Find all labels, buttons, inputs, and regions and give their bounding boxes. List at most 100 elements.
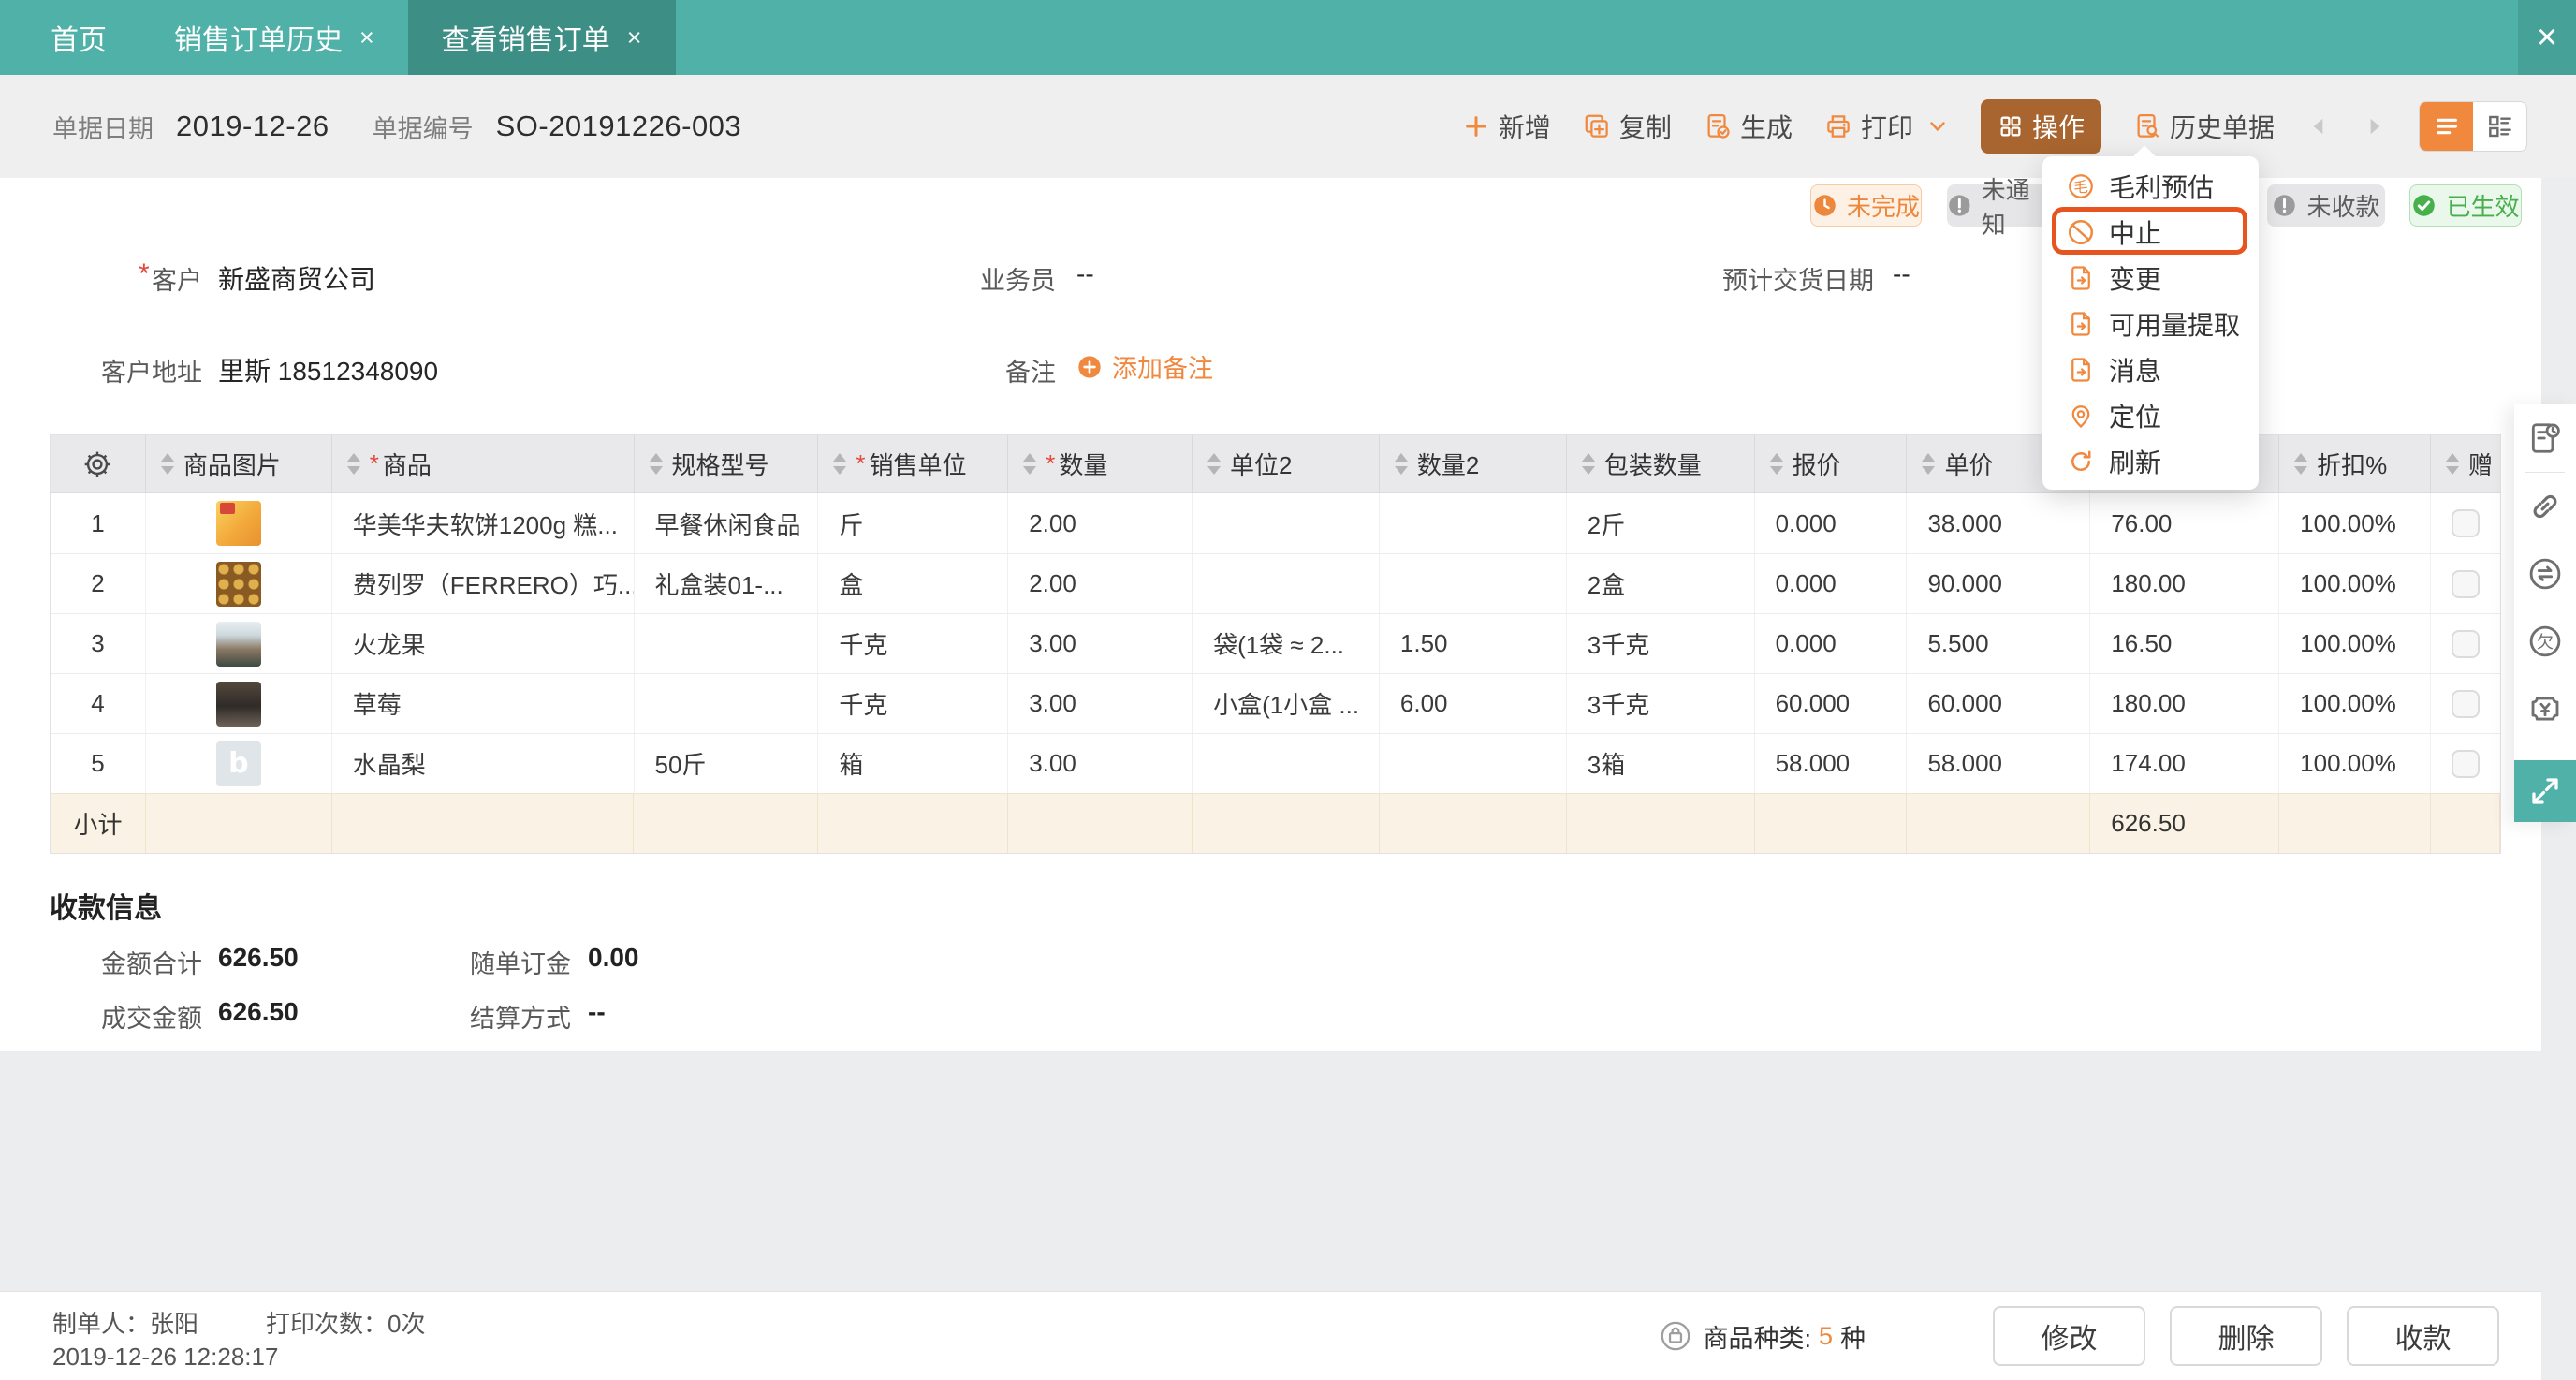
gift-checkbox[interactable]: [2452, 569, 2481, 598]
table-row[interactable]: 1 华美华夫软饼1200g 糕... 早餐休闲食品斤 2.00 2斤 0.000 38.00…: [51, 493, 2500, 553]
copy-button[interactable]: 复制: [1583, 108, 1672, 145]
list-view-button[interactable]: [2420, 102, 2473, 151]
pitaya-photo[interactable]: [215, 621, 261, 667]
gift-checkbox[interactable]: [2452, 509, 2481, 537]
tab-1[interactable]: 销售订单历史 ×: [140, 0, 408, 75]
column-header-gift[interactable]: 赠: [2431, 435, 2500, 492]
cell-qty2: [1380, 734, 1567, 793]
strip-button-doc-clock[interactable]: [2514, 404, 2576, 472]
gift-checkbox[interactable]: [2452, 689, 2481, 718]
column-header-unit2[interactable]: 单位2: [1193, 435, 1380, 492]
sort-icon[interactable]: [2446, 453, 2460, 475]
subtotal-empty-cell: [634, 794, 819, 853]
waffle-biscuit-photo[interactable]: [215, 501, 261, 546]
tab-0[interactable]: 首页: [17, 0, 140, 75]
table-row[interactable]: 2 费列罗（FERRERO）巧... 礼盒装01-... 盒 2.00 2盒 0.000 90…: [51, 553, 2500, 613]
prev-record-icon[interactable]: [2306, 114, 2331, 139]
tab-2[interactable]: 查看销售订单 ×: [407, 0, 676, 75]
doc-check-icon: [1704, 112, 1732, 140]
column-header-unit[interactable]: * 销售单位: [818, 435, 1009, 492]
gift-checkbox[interactable]: [2452, 629, 2481, 658]
sort-icon[interactable]: [2294, 453, 2308, 475]
expand-button[interactable]: [2514, 760, 2576, 822]
tab-close-icon[interactable]: ×: [359, 23, 374, 52]
menu-item-3[interactable]: 可用量提取: [2042, 301, 2259, 346]
cell-qty: 2.00: [1008, 493, 1193, 553]
next-record-icon[interactable]: [2363, 114, 2387, 139]
cell-pack: 2盒: [1567, 554, 1755, 613]
sort-icon[interactable]: [1922, 453, 1936, 475]
menu-item-5[interactable]: 定位: [2042, 392, 2259, 438]
card-view-button[interactable]: [2473, 102, 2526, 151]
sort-icon[interactable]: [1581, 453, 1595, 475]
menu-item-4[interactable]: 消息: [2042, 346, 2259, 392]
gear-icon: [81, 448, 113, 480]
salesman-value: --: [1076, 259, 1094, 288]
product-category-count: 商品种类: 5 种: [1660, 1318, 1866, 1355]
modify-button[interactable]: 修改: [1993, 1306, 2145, 1366]
gift-checkbox[interactable]: [2452, 749, 2481, 778]
column-header-spec[interactable]: 规格型号: [635, 435, 819, 492]
column-header-img[interactable]: 商品图片: [146, 435, 332, 492]
svg-text:欠: 欠: [2537, 633, 2554, 652]
ferrero-chocolate-photo[interactable]: [215, 561, 261, 607]
doc-arrow-icon: [2067, 356, 2095, 384]
table-row[interactable]: 4 草莓 千克 3.00 小盒(1小盒 ... 6.00 3千克 60.000 60.000 18…: [51, 673, 2500, 733]
sort-icon[interactable]: [160, 453, 174, 475]
strip-button-link[interactable]: [2514, 473, 2576, 540]
pear-placeholder[interactable]: [215, 741, 261, 786]
table-row[interactable]: 3 火龙果 千克 3.00 袋(1袋 ≈ 2... 1.50 3千克 0.000 5.500 16…: [51, 613, 2500, 673]
cell-qty: 2.00: [1008, 554, 1193, 613]
menu-item-2[interactable]: 变更: [2042, 255, 2259, 301]
cell-qty2: [1380, 554, 1567, 613]
column-header-pack[interactable]: 包装数量: [1567, 435, 1755, 492]
cell-unit2: [1193, 493, 1380, 553]
cell-qty2: 1.50: [1380, 614, 1567, 673]
column-header-name[interactable]: * 商品: [332, 435, 635, 492]
receive-payment-button[interactable]: 收款: [2347, 1306, 2499, 1366]
sort-icon[interactable]: [346, 453, 360, 475]
cell-quote: 60.000: [1755, 674, 1908, 733]
close-icon[interactable]: ×: [2518, 0, 2576, 75]
cell-discount: 100.00%: [2279, 614, 2432, 673]
strip-button-money-badge[interactable]: [2514, 675, 2576, 742]
category-count-value: 5: [1818, 1321, 1833, 1350]
sort-icon[interactable]: [1023, 453, 1037, 475]
add-remark-button[interactable]: 添加备注: [1076, 348, 1213, 385]
row-number: 3: [51, 614, 146, 673]
tab-close-icon[interactable]: ×: [627, 23, 642, 52]
sort-icon[interactable]: [833, 453, 847, 475]
grid-icon: [1998, 113, 2024, 139]
history-button[interactable]: 历史单据: [2133, 108, 2275, 145]
column-header-qty2[interactable]: 数量2: [1380, 435, 1567, 492]
footer-bar: 制单人：张阳 打印次数：0次 2019-12-26 12:28:17 商品种类:…: [0, 1291, 2541, 1380]
delete-button[interactable]: 删除: [2170, 1306, 2322, 1366]
column-header-quote[interactable]: 报价: [1755, 435, 1908, 492]
sort-icon[interactable]: [1394, 453, 1408, 475]
strip-button-debt[interactable]: 欠: [2514, 608, 2576, 675]
doc-date-value: 2019-12-26: [176, 110, 329, 142]
document-info: 单据日期 2019-12-26 单据编号 SO-20191226-003: [52, 109, 784, 145]
chevron-down-icon[interactable]: [1926, 115, 1949, 138]
strip-button-exchange[interactable]: [2514, 540, 2576, 608]
add-button[interactable]: 新增: [1462, 108, 1551, 145]
cell-spec: 早餐休闲食品: [635, 493, 819, 553]
strawberry-photo[interactable]: [215, 681, 261, 727]
table-row[interactable]: 5水晶梨50斤箱3.003箱58.00058.000174.00100.00%: [51, 733, 2500, 793]
column-header-qty[interactable]: * 数量: [1008, 435, 1193, 492]
column-settings-button[interactable]: [51, 435, 146, 492]
customer-value[interactable]: 新盛商贸公司: [218, 259, 375, 297]
menu-item-6[interactable]: 刷新: [2042, 438, 2259, 484]
menu-item-0[interactable]: 毛毛利预估: [2042, 163, 2259, 209]
print-button[interactable]: 打印: [1824, 108, 1913, 145]
sort-icon[interactable]: [1769, 453, 1783, 475]
sort-icon[interactable]: [1208, 453, 1222, 475]
cell-unit2: [1193, 734, 1380, 793]
cell-amount: 16.50: [2090, 614, 2280, 673]
sort-icon[interactable]: [649, 453, 663, 475]
menu-item-1[interactable]: 中止: [2042, 209, 2259, 255]
column-header-discount[interactable]: 折扣%: [2279, 435, 2432, 492]
customer-address-value: 里斯 18512348090: [218, 357, 439, 386]
action-button[interactable]: 操作: [1980, 99, 2101, 154]
generate-button[interactable]: 生成: [1704, 108, 1793, 145]
